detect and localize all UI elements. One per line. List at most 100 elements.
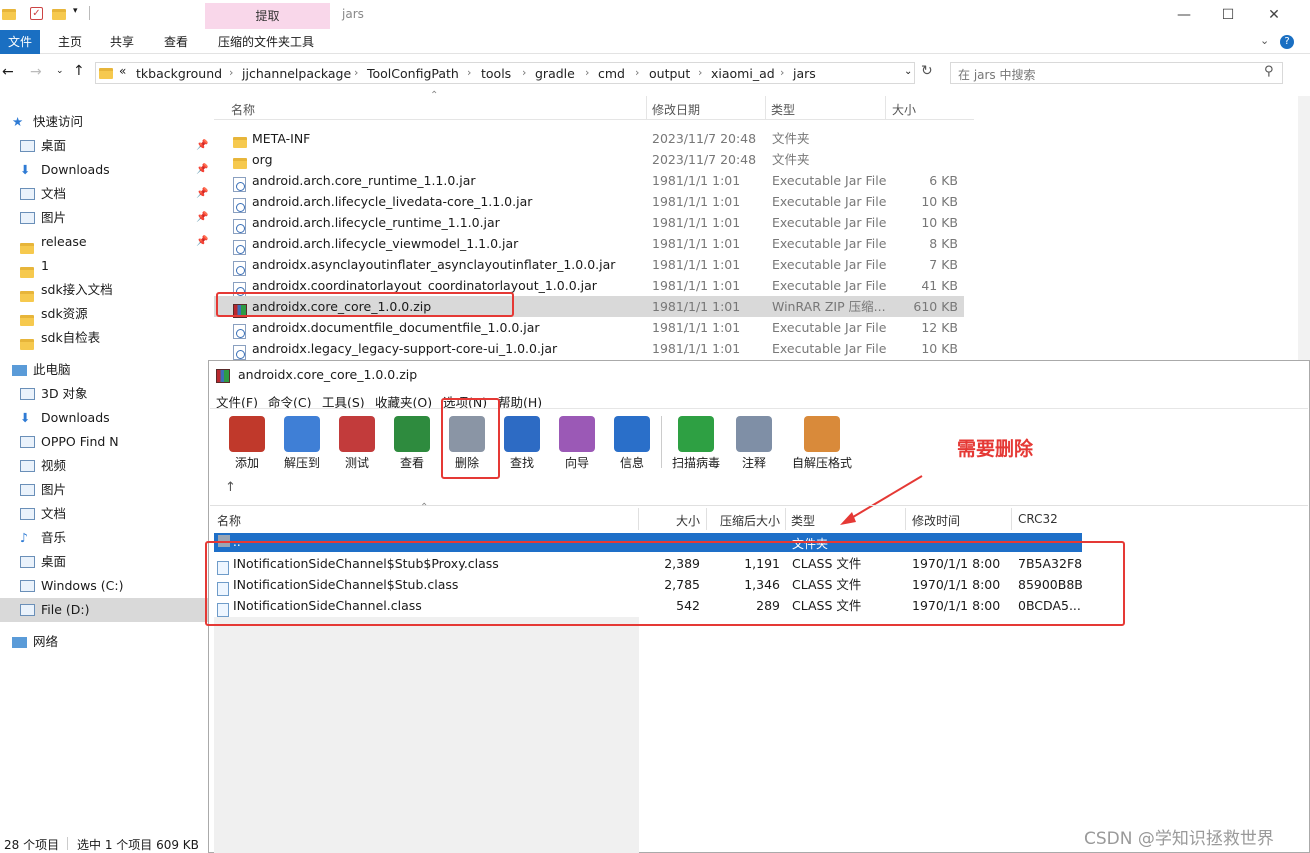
pin-icon[interactable]: 📌 xyxy=(196,206,208,230)
chevron-right-icon[interactable]: › xyxy=(698,66,702,79)
file-row[interactable]: android.arch.lifecycle_viewmodel_1.1.0.j… xyxy=(214,233,964,255)
tab-file[interactable]: 文件 xyxy=(0,30,40,54)
sidebar-item[interactable]: 3D 对象 xyxy=(0,382,210,406)
toolbar-button[interactable]: 查找 xyxy=(496,413,548,471)
breadcrumb-item[interactable]: xiaomi_ad xyxy=(711,66,775,81)
column-header-type[interactable]: 类型 xyxy=(771,101,795,118)
breadcrumb-item[interactable]: jars xyxy=(793,66,816,81)
chevron-down-icon[interactable]: ▾ xyxy=(73,6,78,16)
chevron-right-icon[interactable]: › xyxy=(780,66,784,79)
column-header-name[interactable]: 名称 xyxy=(231,101,255,118)
sidebar-item[interactable]: 桌面 xyxy=(0,550,210,574)
sidebar-item[interactable]: ⬇ Downloads 📌 xyxy=(0,158,210,182)
file-row[interactable]: android.arch.lifecycle_runtime_1.1.0.jar… xyxy=(214,212,964,234)
sidebar-item[interactable]: 图片 📌 xyxy=(0,206,210,230)
sidebar-item[interactable]: 此电脑 xyxy=(0,358,210,382)
chevron-down-icon[interactable]: ⌄ xyxy=(1260,34,1269,47)
sidebar-item[interactable]: release 📌 xyxy=(0,230,210,254)
sidebar-item[interactable]: sdk自检表 xyxy=(0,326,210,350)
scrollbar[interactable] xyxy=(1298,96,1310,360)
maximize-button[interactable]: ☐ xyxy=(1208,4,1248,26)
toolbar-button[interactable]: 向导 xyxy=(551,413,603,471)
check-icon[interactable]: ✓ xyxy=(30,7,43,20)
sidebar-item[interactable]: 文档 xyxy=(0,502,210,526)
pin-icon[interactable]: 📌 xyxy=(196,134,208,158)
file-row[interactable]: androidx.documentfile_documentfile_1.0.0… xyxy=(214,317,964,339)
column-divider[interactable] xyxy=(785,508,786,530)
file-row[interactable]: META-INF 2023/11/7 20:48 文件夹 xyxy=(214,128,964,149)
sidebar-item[interactable]: 桌面 📌 xyxy=(0,134,210,158)
file-row[interactable]: androidx.asynclayoutinflater_asynclayout… xyxy=(214,254,964,276)
refresh-icon[interactable]: ↻ xyxy=(921,63,933,79)
column-divider[interactable] xyxy=(638,508,639,530)
toolbar-button[interactable]: 扫描病毒 xyxy=(670,413,722,471)
help-icon[interactable]: ? xyxy=(1280,35,1294,49)
sidebar-item[interactable]: ♪ 音乐 xyxy=(0,526,210,550)
sidebar-item[interactable]: 视频 xyxy=(0,454,210,478)
column-divider[interactable] xyxy=(646,96,647,120)
chevron-right-icon[interactable]: › xyxy=(585,66,589,79)
file-row[interactable]: android.arch.core_runtime_1.1.0.jar 1981/… xyxy=(214,170,964,192)
sidebar-item[interactable]: 1 xyxy=(0,254,210,278)
sidebar-item[interactable]: OPPO Find N xyxy=(0,430,210,454)
sidebar-item[interactable]: ★ 快速访问 xyxy=(0,110,210,134)
pin-icon[interactable]: 📌 xyxy=(196,182,208,206)
sidebar-item[interactable]: 图片 xyxy=(0,478,210,502)
close-button[interactable]: ✕ xyxy=(1254,4,1294,26)
pin-icon[interactable]: 📌 xyxy=(196,158,208,182)
toolbar-button[interactable]: 添加 xyxy=(221,413,273,471)
sidebar-item[interactable]: 文档 📌 xyxy=(0,182,210,206)
column-header-size[interactable]: 大小 xyxy=(892,101,916,118)
sidebar-item[interactable]: 网络 xyxy=(0,630,210,654)
column-header-date[interactable]: 修改日期 xyxy=(652,101,700,118)
folder-icon[interactable] xyxy=(52,7,66,21)
column-divider[interactable] xyxy=(1011,508,1012,530)
toolbar-button[interactable]: 解压到 xyxy=(276,413,328,471)
breadcrumb-item[interactable]: gradle xyxy=(535,66,575,81)
breadcrumb-item[interactable]: output xyxy=(649,66,690,81)
column-header-size[interactable]: 大小 xyxy=(676,512,700,529)
column-divider[interactable] xyxy=(765,96,766,120)
chevron-down-icon[interactable]: ⌄ xyxy=(904,66,912,77)
toolbar-button[interactable]: 查看 xyxy=(386,413,438,471)
column-header-modified[interactable]: 修改时间 xyxy=(912,512,960,529)
search-icon[interactable]: ⚲ xyxy=(1264,64,1274,79)
sidebar-item[interactable]: ⬇ Downloads xyxy=(0,406,210,430)
tab-home[interactable]: 主页 xyxy=(48,30,92,54)
context-tab-extract[interactable]: 提取 xyxy=(205,3,330,29)
overflow-chevron-icon[interactable]: « xyxy=(119,64,126,78)
sidebar-item[interactable]: File (D:) xyxy=(0,598,210,622)
breadcrumb-item[interactable]: jjchannelpackage xyxy=(242,66,351,81)
toolbar-button[interactable]: 信息 xyxy=(606,413,658,471)
toolbar-button[interactable]: 注释 xyxy=(728,413,780,471)
toolbar-button[interactable]: 测试 xyxy=(331,413,383,471)
column-header-packed[interactable]: 压缩后大小 xyxy=(720,512,780,529)
up-arrow-icon[interactable]: ↑ xyxy=(73,63,85,79)
column-divider[interactable] xyxy=(905,508,906,530)
file-row[interactable]: android.arch.lifecycle_livedata-core_1.1… xyxy=(214,191,964,213)
file-row[interactable]: androidx.legacy_legacy-support-core-ui_1… xyxy=(214,338,964,360)
sidebar-item[interactable]: Windows (C:) xyxy=(0,574,210,598)
minimize-button[interactable]: — xyxy=(1164,4,1204,26)
breadcrumb-item[interactable]: ToolConfigPath xyxy=(367,66,459,81)
tab-share[interactable]: 共享 xyxy=(100,30,144,54)
pin-icon[interactable]: 📌 xyxy=(196,230,208,254)
chevron-right-icon[interactable]: › xyxy=(229,66,233,79)
up-arrow-icon[interactable]: ↑ xyxy=(225,480,236,495)
tab-compressed-folder-tools[interactable]: 压缩的文件夹工具 xyxy=(208,30,324,54)
column-header-name[interactable]: 名称 xyxy=(217,512,241,529)
forward-arrow-icon[interactable]: → xyxy=(30,64,42,80)
chevron-right-icon[interactable]: › xyxy=(522,66,526,79)
chevron-down-icon[interactable]: ⌄ xyxy=(56,66,64,76)
tab-view[interactable]: 查看 xyxy=(154,30,198,54)
column-divider[interactable] xyxy=(706,508,707,530)
breadcrumb-item[interactable]: tkbackground xyxy=(136,66,222,81)
column-divider[interactable] xyxy=(885,96,886,120)
chevron-right-icon[interactable]: › xyxy=(354,66,358,79)
breadcrumb-item[interactable]: tools xyxy=(481,66,511,81)
chevron-right-icon[interactable]: › xyxy=(467,66,471,79)
file-row[interactable]: org 2023/11/7 20:48 文件夹 xyxy=(214,149,964,170)
column-header-type[interactable]: 类型 xyxy=(791,512,815,529)
sidebar-item[interactable]: sdk接入文档 xyxy=(0,278,210,302)
chevron-right-icon[interactable]: › xyxy=(635,66,639,79)
